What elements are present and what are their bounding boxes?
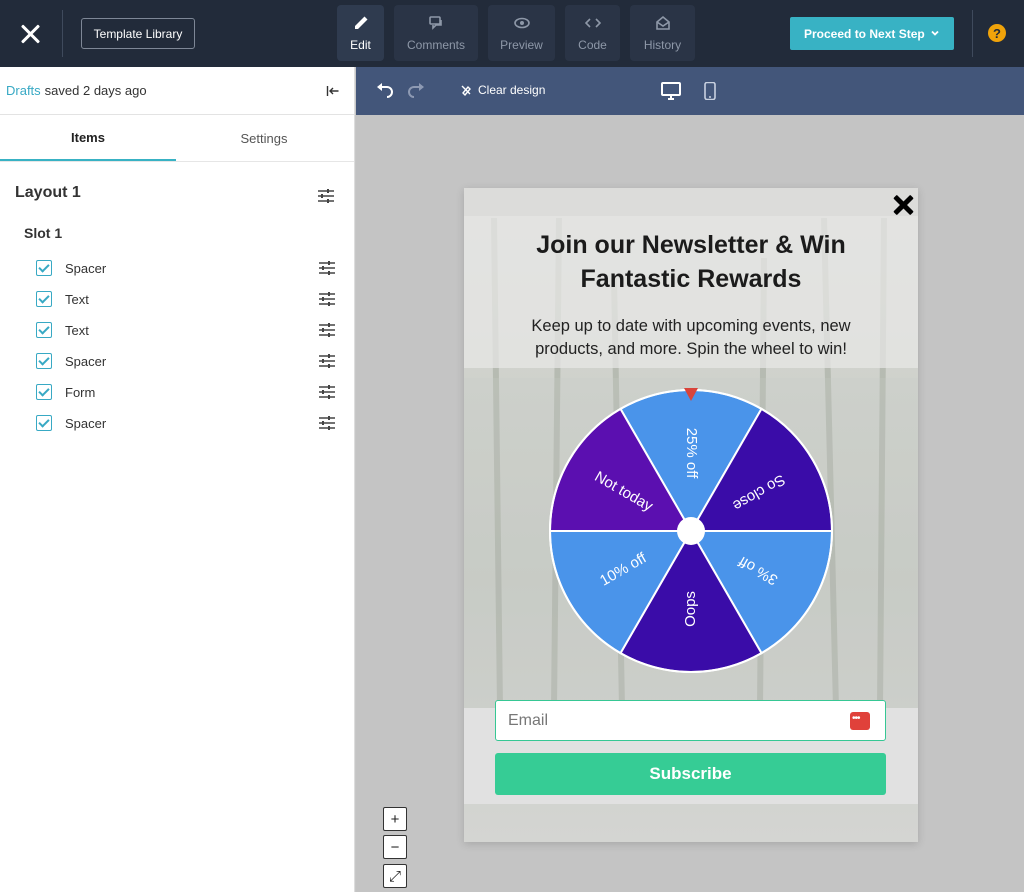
sidebar: Drafts saved 2 days ago Items Settings L… bbox=[0, 67, 355, 892]
item-checkbox[interactable] bbox=[36, 260, 52, 276]
pencil-icon bbox=[354, 16, 367, 29]
help-icon[interactable]: ? bbox=[988, 24, 1006, 42]
tab-preview-label: Preview bbox=[500, 37, 543, 52]
top-bar: Template Library Edit Comments Preview C… bbox=[0, 0, 1024, 67]
redo-icon[interactable] bbox=[407, 82, 427, 100]
list-item[interactable]: Spacer bbox=[36, 258, 336, 278]
proceed-label: Proceed to Next Step bbox=[804, 26, 925, 41]
popup-title: Join our Newsletter & Win Fantastic Rewa… bbox=[536, 231, 846, 293]
item-label: Text bbox=[65, 291, 89, 307]
tab-code[interactable]: Code bbox=[565, 5, 620, 61]
tab-comments-label: Comments bbox=[406, 37, 465, 52]
item-checkbox[interactable] bbox=[36, 353, 52, 369]
drafts-link[interactable]: Drafts bbox=[6, 83, 41, 98]
tab-comments[interactable]: Comments bbox=[394, 5, 478, 61]
wheel-hub bbox=[677, 517, 705, 545]
layout-settings-icon[interactable] bbox=[317, 188, 335, 204]
chevron-down-icon[interactable] bbox=[930, 28, 940, 38]
password-manager-icon[interactable] bbox=[850, 712, 870, 730]
divider bbox=[62, 10, 63, 57]
fit-screen-button[interactable]: ⤢ bbox=[383, 864, 407, 888]
clear-design-button[interactable]: Clear design bbox=[460, 83, 545, 97]
wheel-pointer-icon bbox=[684, 388, 698, 401]
eye-icon bbox=[513, 17, 530, 28]
eraser-icon bbox=[461, 85, 471, 96]
item-checkbox[interactable] bbox=[36, 291, 52, 307]
undo-icon[interactable] bbox=[374, 82, 394, 100]
popup-top-strip bbox=[464, 188, 918, 216]
item-settings-icon[interactable] bbox=[318, 291, 336, 307]
saved-time: saved 2 days ago bbox=[44, 83, 147, 98]
newsletter-popup: Join our Newsletter & Win Fantastic Rewa… bbox=[464, 188, 918, 842]
canvas-toolbar: Clear design bbox=[356, 67, 1024, 115]
item-settings-icon[interactable] bbox=[318, 353, 336, 369]
layout-title: Layout 1 bbox=[15, 184, 81, 201]
tab-items[interactable]: Items bbox=[0, 115, 176, 161]
tab-code-label: Code bbox=[578, 37, 607, 52]
sidebar-tabs: Items Settings bbox=[0, 115, 354, 162]
zoom-out-button[interactable]: − bbox=[383, 835, 407, 859]
list-item[interactable]: Spacer bbox=[36, 351, 336, 371]
item-settings-icon[interactable] bbox=[318, 322, 336, 338]
proceed-next-step-button[interactable]: Proceed to Next Step bbox=[790, 17, 954, 50]
item-label: Spacer bbox=[65, 415, 107, 431]
item-label: Spacer bbox=[65, 260, 107, 276]
slot-title: Slot 1 bbox=[24, 225, 63, 241]
divider bbox=[972, 10, 973, 57]
wheel-segment-label: 25% off bbox=[683, 428, 700, 479]
close-editor-icon[interactable] bbox=[16, 20, 44, 48]
popup-subtitle: Keep up to date with upcoming events, ne… bbox=[531, 317, 851, 358]
list-item[interactable]: Spacer bbox=[36, 413, 336, 433]
tab-history-label: History bbox=[643, 37, 682, 52]
close-popup-icon[interactable] bbox=[891, 193, 915, 217]
tab-edit[interactable]: Edit bbox=[337, 5, 384, 61]
item-label: Text bbox=[65, 322, 89, 338]
item-settings-icon[interactable] bbox=[318, 260, 336, 276]
item-label: Spacer bbox=[65, 353, 107, 369]
email-field[interactable]: Email bbox=[495, 700, 886, 741]
zoom-in-button[interactable]: + bbox=[383, 807, 407, 831]
tab-edit-label: Edit bbox=[350, 37, 371, 52]
tab-settings[interactable]: Settings bbox=[176, 115, 352, 161]
collapse-panel-icon[interactable] bbox=[326, 84, 340, 98]
code-icon bbox=[584, 17, 601, 28]
prize-wheel[interactable]: 25% offSo close3% offOops10% offNot toda… bbox=[548, 388, 834, 674]
subscribe-button[interactable]: Subscribe bbox=[495, 753, 886, 795]
item-label: Form bbox=[65, 384, 96, 400]
save-status: Drafts saved 2 days ago bbox=[0, 67, 354, 115]
list-item[interactable]: Text bbox=[36, 320, 336, 340]
item-settings-icon[interactable] bbox=[318, 415, 336, 431]
item-settings-icon[interactable] bbox=[318, 384, 336, 400]
wheel-segment-label: Oops bbox=[682, 591, 699, 627]
envelope-open-icon bbox=[655, 15, 670, 30]
clear-design-label: Clear design bbox=[478, 83, 546, 97]
tab-history[interactable]: History bbox=[630, 5, 695, 61]
template-library-button[interactable]: Template Library bbox=[81, 18, 195, 49]
list-item[interactable]: Text bbox=[36, 289, 336, 309]
list-item[interactable]: Form bbox=[36, 382, 336, 402]
item-checkbox[interactable] bbox=[36, 384, 52, 400]
item-checkbox[interactable] bbox=[36, 415, 52, 431]
item-checkbox[interactable] bbox=[36, 322, 52, 338]
mobile-view-icon[interactable] bbox=[700, 82, 720, 100]
desktop-view-icon[interactable] bbox=[661, 82, 681, 100]
comments-icon bbox=[429, 15, 442, 30]
tab-preview[interactable]: Preview bbox=[488, 5, 555, 61]
